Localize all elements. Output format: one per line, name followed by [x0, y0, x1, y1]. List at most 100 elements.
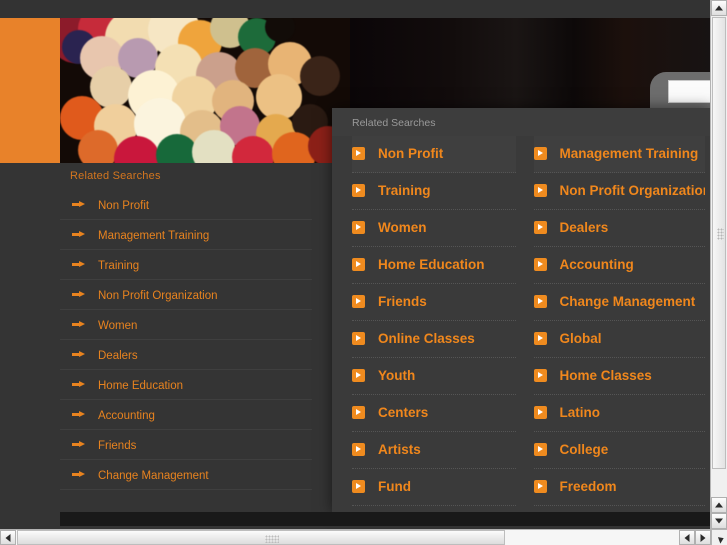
overlay-item-label: Training — [378, 183, 431, 198]
bottom-dark-band — [60, 512, 711, 526]
caret-down-icon — [715, 518, 723, 524]
sidebar-item-label: Management Training — [98, 230, 210, 242]
chevron-right-badge-icon — [533, 295, 547, 308]
chevron-right-badge-icon — [352, 184, 365, 197]
chevron-right-badge-icon — [533, 258, 547, 271]
scroll-up-button[interactable] — [711, 0, 727, 16]
arrow-right-icon — [72, 321, 86, 328]
overlay-item[interactable]: College — [533, 432, 705, 469]
sidebar-item-label: Women — [98, 320, 138, 332]
overlay-item-label: Artists — [378, 442, 421, 457]
sidebar-item[interactable]: Non Profit — [60, 190, 312, 220]
chevron-right-badge-icon — [352, 221, 365, 234]
chevron-right-badge-icon — [533, 332, 547, 345]
overlay-item-label: Youth — [378, 368, 416, 383]
chevron-right-badge-icon — [352, 258, 365, 271]
chevron-right-badge-icon — [533, 406, 547, 419]
overlay-item[interactable]: Youth — [352, 358, 516, 395]
overlay-item[interactable]: Accounting — [533, 247, 705, 284]
chevron-right-badge-icon — [352, 295, 365, 308]
sidebar-item[interactable]: Management Training — [60, 220, 312, 250]
chevron-right-badge-icon — [533, 147, 547, 160]
chevron-right-badge-icon — [352, 406, 365, 419]
scroll-down-button[interactable] — [711, 513, 727, 529]
vertical-scrollbar[interactable] — [710, 0, 727, 529]
sidebar-item-label: Dealers — [98, 350, 138, 362]
sidebar-item-label: Non Profit Organization — [98, 290, 218, 302]
overlay-item[interactable]: Friends — [352, 284, 516, 321]
sidebar-item[interactable]: Change Management — [60, 460, 312, 490]
related-searches-overlay: Related Searches Non Profit Training Wom… — [332, 108, 711, 512]
sidebar-item[interactable]: Non Profit Organization — [60, 280, 312, 310]
chevron-right-badge-icon — [352, 480, 365, 493]
page-root: Related Searches Non Profit Management T… — [0, 0, 727, 545]
overlay-item[interactable]: Online Classes — [352, 321, 516, 358]
overlay-item[interactable]: Dealers — [533, 210, 705, 247]
sidebar-item[interactable]: Accounting — [60, 400, 312, 430]
chevron-right-badge-icon — [352, 369, 365, 382]
overlay-item[interactable]: Centers — [352, 395, 516, 432]
sidebar-item[interactable]: Friends — [60, 430, 312, 460]
sidebar-item-label: Training — [98, 260, 140, 272]
overlay-item-label: Change Management — [559, 294, 696, 309]
overlay-item[interactable]: Fund — [352, 469, 516, 506]
arrow-right-icon — [72, 381, 86, 388]
chevron-right-badge-icon — [352, 443, 365, 456]
overlay-item[interactable]: Management Training — [533, 136, 705, 173]
overlay-item-label: Women — [378, 220, 427, 235]
arrow-right-icon — [72, 201, 86, 208]
overlay-item[interactable]: Home Classes — [533, 358, 705, 395]
overlay-item[interactable]: Women — [352, 210, 516, 247]
chevron-right-badge-icon — [352, 147, 365, 160]
overlay-item-label: Home Education — [378, 257, 485, 272]
horizontal-scroll-thumb[interactable] — [17, 530, 505, 545]
overlay-item[interactable]: Global — [533, 321, 705, 358]
overlay-item[interactable]: Non Profit Organization — [533, 173, 706, 210]
overlay-item-label: Online Classes — [378, 331, 475, 346]
scroll-left-button-right[interactable] — [679, 530, 695, 545]
overlay-item-label: Management Training — [559, 146, 699, 161]
overlay-item[interactable]: Freedom — [533, 469, 705, 506]
chevron-right-badge-icon — [533, 480, 547, 493]
overlay-item[interactable]: Training — [352, 173, 516, 210]
sidebar-item-label: Home Education — [98, 380, 184, 392]
sidebar-item[interactable]: Women — [60, 310, 312, 340]
grip-dots-icon — [265, 535, 279, 543]
overlay-item[interactable]: Artists — [352, 432, 516, 469]
overlay-item-label: Non Profit Organization — [559, 183, 706, 198]
overlay-item[interactable]: Home Education — [352, 247, 516, 284]
overlay-item-label: Accounting — [559, 257, 634, 272]
caret-up-icon — [715, 502, 723, 508]
caret-up-icon — [715, 5, 723, 11]
overlay-item[interactable]: Latino — [533, 395, 705, 432]
overlay-item-label: Latino — [559, 405, 601, 420]
chevron-right-badge-icon — [352, 332, 365, 345]
cursor-icon — [717, 535, 726, 544]
scroll-up-button-bottom[interactable] — [711, 497, 727, 513]
arrow-right-icon — [72, 411, 86, 418]
bokeh-image — [60, 18, 350, 163]
overlay-item[interactable]: Non Profit — [352, 136, 516, 173]
overlay-title: Related Searches — [332, 108, 711, 136]
sidebar-item[interactable]: Home Education — [60, 370, 312, 400]
vertical-scroll-thumb[interactable] — [712, 17, 726, 469]
arrow-right-icon — [72, 291, 86, 298]
caret-right-icon — [700, 533, 706, 542]
overlay-item-label: Centers — [378, 405, 429, 420]
chevron-right-badge-icon — [533, 369, 547, 382]
sidebar-item[interactable]: Training — [60, 250, 312, 280]
chevron-right-badge-icon — [533, 184, 547, 197]
overlay-item-label: Dealers — [559, 220, 609, 235]
sidebar-related-searches: Related Searches Non Profit Management T… — [60, 170, 312, 490]
arrow-right-icon — [72, 351, 86, 358]
scroll-left-button[interactable] — [0, 530, 16, 545]
scroll-right-button[interactable] — [695, 530, 711, 545]
grip-dots-icon — [717, 228, 724, 240]
chevron-right-badge-icon — [533, 221, 547, 234]
sidebar-item[interactable]: Dealers — [60, 340, 312, 370]
overlay-item[interactable]: Change Management — [533, 284, 705, 321]
overlay-item-label: Global — [559, 331, 602, 346]
chevron-right-badge-icon — [533, 443, 547, 456]
horizontal-scrollbar[interactable] — [0, 529, 711, 545]
overlay-column-right: Management Training Non Profit Organizat… — [522, 136, 712, 506]
